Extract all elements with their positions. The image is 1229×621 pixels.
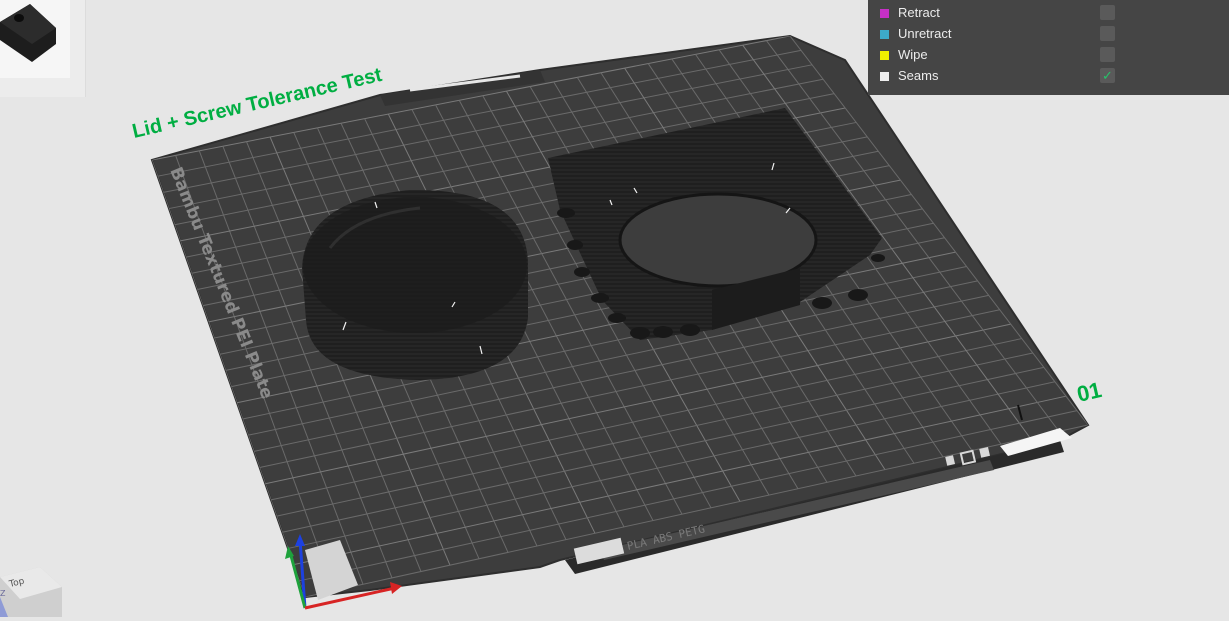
legend-row-retract[interactable]: Retract — [868, 4, 1229, 25]
unretract-swatch — [880, 30, 889, 39]
view-cube-axis-label: Z — [0, 589, 6, 598]
model-lid[interactable] — [302, 189, 528, 380]
retract-checkbox[interactable] — [1100, 5, 1115, 20]
unretract-checkbox[interactable] — [1100, 26, 1115, 41]
view-cube[interactable]: Top Z — [0, 567, 62, 617]
checkmark-icon: ✓ — [1102, 68, 1113, 83]
legend-label-retract: Retract — [898, 5, 940, 20]
retract-swatch — [880, 9, 889, 18]
legend-row-wipe[interactable]: Wipe — [868, 46, 1229, 67]
legend-panel: Retract Unretract Wipe Seams ✓ — [868, 0, 1229, 95]
legend-row-unretract[interactable]: Unretract — [868, 25, 1229, 46]
plate-number: 01 — [1075, 377, 1104, 407]
seams-swatch — [880, 72, 889, 81]
legend-label-wipe: Wipe — [898, 47, 928, 62]
wipe-checkbox[interactable] — [1100, 47, 1115, 62]
legend-label-seams: Seams — [898, 68, 939, 83]
legend-label-unretract: Unretract — [898, 26, 952, 41]
legend-row-seams[interactable]: Seams ✓ — [868, 67, 1229, 88]
seams-checkbox[interactable]: ✓ — [1100, 68, 1115, 83]
wipe-swatch — [880, 51, 889, 60]
